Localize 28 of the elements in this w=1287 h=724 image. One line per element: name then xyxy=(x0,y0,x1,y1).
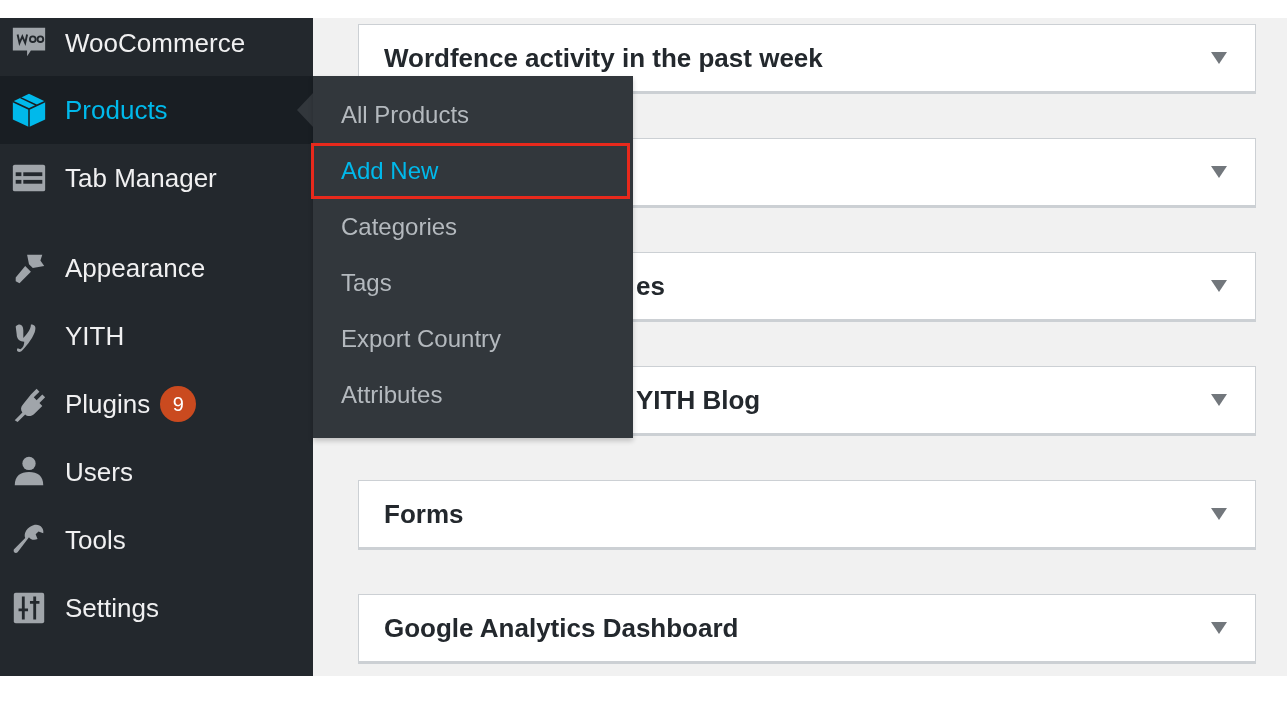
menu-item[interactable]: Plugins 9 xyxy=(0,370,313,438)
menu-item[interactable]: YITH xyxy=(0,302,313,370)
menu-item[interactable]: Tab Manager xyxy=(0,144,313,212)
panel-title: Wordfence activity in the past week xyxy=(384,42,823,74)
submenu-item[interactable]: Attributes xyxy=(313,367,633,423)
panel-title: Forms xyxy=(384,498,464,530)
menu-item[interactable]: Users xyxy=(0,438,313,506)
caret-icon[interactable] xyxy=(1211,280,1227,292)
panel-title: Google Analytics Dashboard xyxy=(384,612,739,644)
caret-icon[interactable] xyxy=(1211,52,1227,64)
caret-icon[interactable] xyxy=(1211,166,1227,178)
caret-icon[interactable] xyxy=(1211,622,1227,634)
submenu-item[interactable]: Categories xyxy=(313,199,633,255)
panel-title: YITH Blog xyxy=(636,384,761,416)
menu-item[interactable]: Products xyxy=(0,76,313,144)
menu-item[interactable]: Settings xyxy=(0,574,313,642)
panel-title: es xyxy=(636,270,665,302)
submenu-item[interactable]: Export Country xyxy=(313,311,633,367)
box-icon xyxy=(10,91,48,129)
caret-icon[interactable] xyxy=(1211,508,1227,520)
update-count-badge: 9 xyxy=(160,386,197,422)
menu-item[interactable]: Tools xyxy=(0,506,313,574)
submenu-item[interactable]: Add New xyxy=(311,143,630,199)
menu-item[interactable]: Appearance xyxy=(0,234,313,302)
menu-item[interactable]: WooCommerce xyxy=(0,10,313,76)
submenu-item[interactable]: All Products xyxy=(313,87,633,143)
caret-icon[interactable] xyxy=(1211,394,1227,406)
submenu-item[interactable]: Tags xyxy=(313,255,633,311)
